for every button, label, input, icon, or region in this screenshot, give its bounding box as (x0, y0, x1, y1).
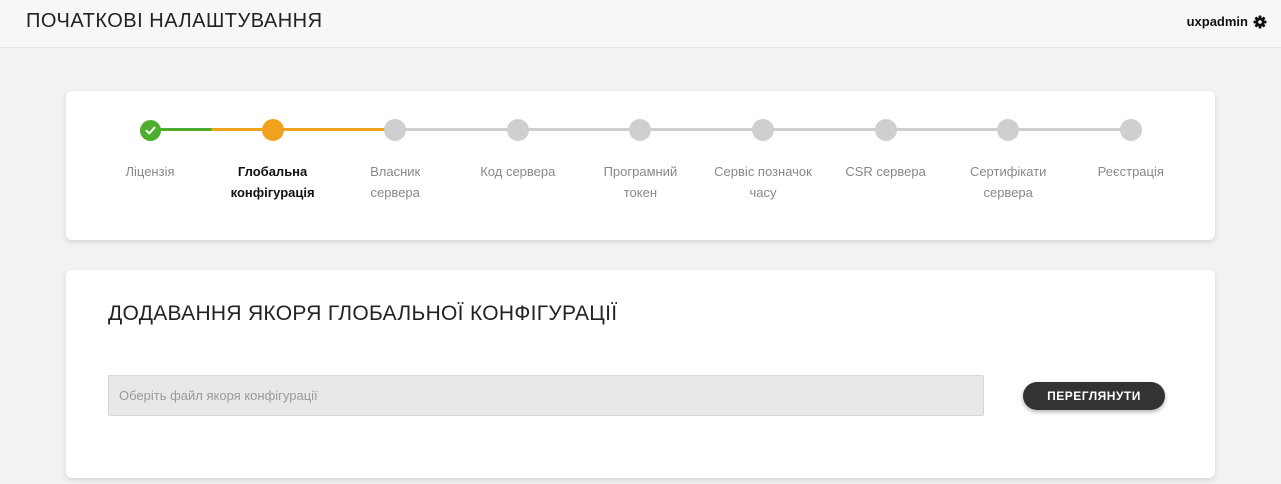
step-label-1: Ліцензія (90, 161, 210, 182)
stepper-track-segment (885, 128, 1009, 131)
top-bar: ПОЧАТКОВІ НАЛАШТУВАННЯ uxpadmin (0, 0, 1281, 48)
form-title: ДОДАВАННЯ ЯКОРЯ ГЛОБАЛЬНОЇ КОНФІГУРАЦІЇ (108, 302, 618, 325)
step-indicator-2 (261, 119, 284, 141)
step-label-3: Власник сервера (335, 161, 455, 203)
step-label-7: CSR сервера (826, 161, 946, 182)
page-title: ПОЧАТКОВІ НАЛАШТУВАННЯ (26, 10, 323, 32)
step-label-line1: Власник (370, 164, 421, 179)
step-label-line2: токен (623, 185, 658, 200)
step-label-line2: сервера (983, 185, 1033, 200)
stepper-track-segment (150, 128, 273, 131)
stepper-track-segment (517, 128, 641, 131)
step-indicator-4 (506, 119, 529, 141)
step-label-8: Сертифікати сервера (948, 161, 1068, 203)
stepper-track-segment (1008, 128, 1131, 131)
config-anchor-file-input[interactable]: Оберіть файл якоря конфігурації (108, 375, 984, 416)
step-indicator-7 (874, 119, 897, 141)
step-label-5: Програмний токен (580, 161, 700, 203)
step-label-line1: CSR сервера (845, 164, 926, 179)
step-label-line1: Код сервера (480, 164, 556, 179)
step-label-9: Реєстрація (1071, 161, 1191, 182)
stepper-track-segment (763, 128, 886, 131)
gear-icon[interactable] (1253, 15, 1267, 29)
step-label-line2: конфігурація (230, 185, 315, 200)
step-label-6: Сервіс позначок часу (703, 161, 823, 203)
user-menu[interactable]: uxpadmin (1187, 14, 1267, 29)
username: uxpadmin (1186, 14, 1248, 29)
step-label-line2: сервера (370, 185, 420, 200)
step-label-2: Глобальна конфігурація (213, 161, 333, 203)
step-label-line1: Програмний (603, 164, 678, 179)
stepper-track-segment (272, 128, 396, 131)
step-indicator-1 (139, 120, 161, 141)
step-label-line2: часу (749, 185, 777, 200)
step-label-line1: Сертифікати (969, 164, 1047, 179)
step-indicator-6 (752, 119, 774, 141)
step-label-4: Код сервера (458, 161, 578, 182)
check-icon (145, 126, 155, 135)
stepper-track-segment (640, 128, 763, 131)
step-label-line1: Реєстрація (1097, 164, 1164, 179)
step-label-line1: Сервіс позначок (714, 164, 812, 179)
step-indicator-9 (1119, 119, 1142, 141)
browse-button[interactable]: ПЕРЕГЛЯНУТИ (1023, 382, 1165, 410)
stepper-track-segment (395, 128, 518, 131)
step-label-line1: Глобальна (237, 164, 308, 179)
step-label-line1: Ліцензія (125, 164, 175, 179)
